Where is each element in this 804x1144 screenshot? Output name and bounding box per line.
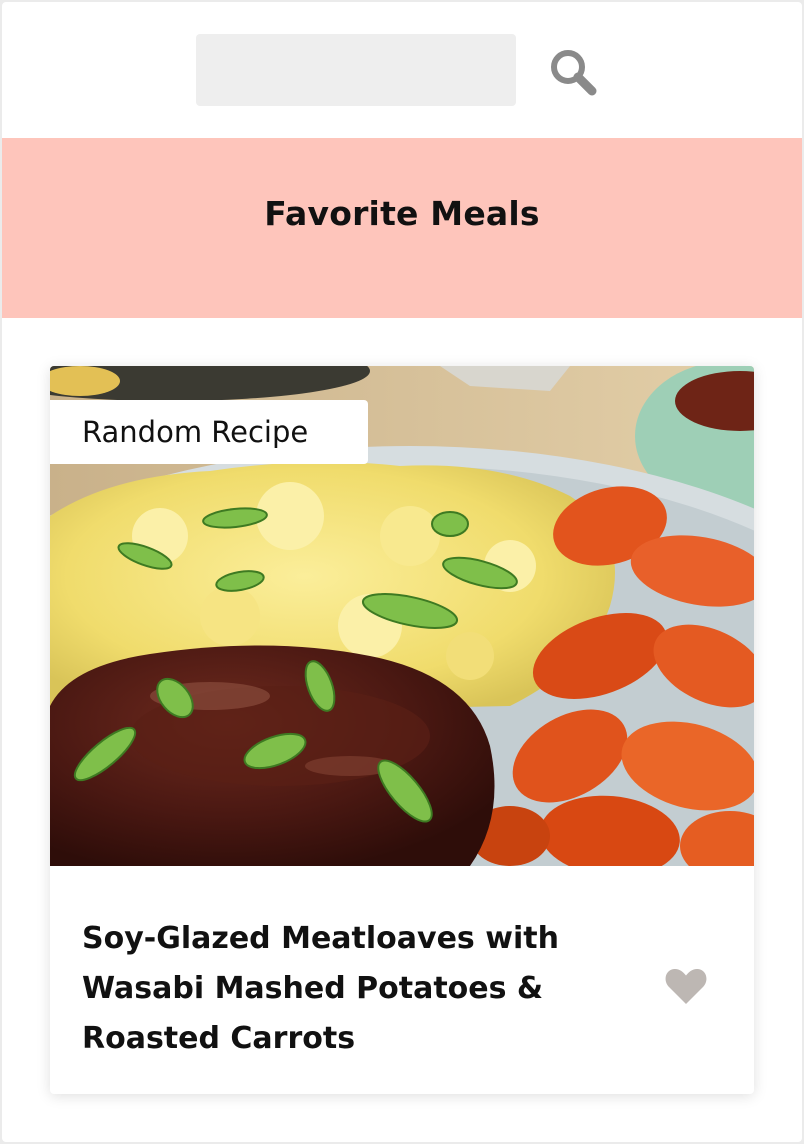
- meal-title: Soy-Glazed Meatloaves with Wasabi Mashed…: [82, 921, 559, 1056]
- heart-icon: [664, 966, 716, 1006]
- search-input[interactable]: [196, 34, 516, 106]
- favorite-button[interactable]: [664, 962, 716, 1010]
- meal-finder-app: Favorite Meals Random Recipe Soy-Glazed …: [2, 2, 802, 1142]
- random-recipe-tag: Random Recipe: [50, 400, 368, 464]
- favorite-meals-section: Favorite Meals: [2, 138, 802, 318]
- meal-card: Random Recipe Soy-Glazed Meatloaves with…: [50, 366, 754, 1094]
- search-button[interactable]: [542, 42, 602, 102]
- search-bar: [2, 2, 802, 138]
- favorite-meals-title: Favorite Meals: [264, 194, 540, 233]
- search-icon: [542, 42, 602, 102]
